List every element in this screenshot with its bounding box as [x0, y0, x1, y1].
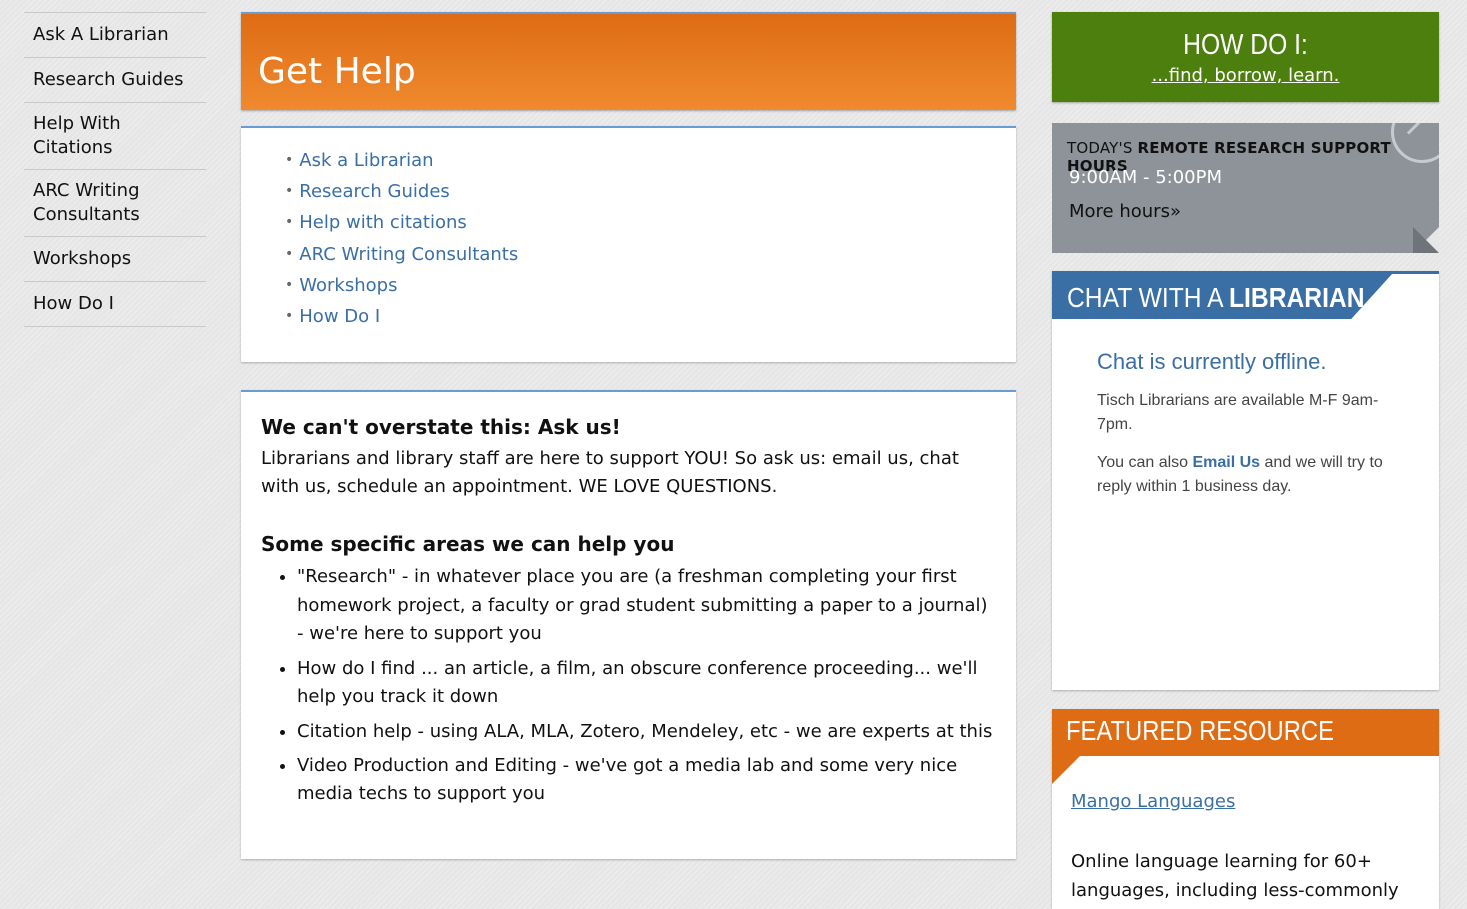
- link-arc-writing-consultants[interactable]: ARC Writing Consultants: [299, 244, 518, 265]
- quick-links-list: • Ask a Librarian • Research Guides • Help …: [241, 128, 1016, 333]
- nav-ask-a-librarian[interactable]: Ask A Librarian: [24, 13, 206, 58]
- how-do-i-box: HOW DO I: ...find, borrow, learn.: [1052, 12, 1439, 102]
- chat-title-light: CHAT WITH A: [1067, 282, 1230, 313]
- link-workshops[interactable]: Workshops: [299, 275, 397, 296]
- chat-email-prefix: You can also: [1097, 454, 1193, 471]
- nav-arc-writing-consultants[interactable]: ARC Writing Consultants: [24, 170, 206, 237]
- page-title: Get Help: [258, 51, 416, 92]
- ribbon-fold-icon: [1052, 756, 1080, 784]
- hours-box: TODAY'S REMOTE RESEARCH SUPPORT HOURS 9:…: [1052, 123, 1439, 253]
- featured-description: Online language learning for 60+ languag…: [1071, 851, 1399, 901]
- featured-header: FEATURED RESOURCE: [1052, 709, 1439, 756]
- featured-resource-link[interactable]: Mango Languages: [1071, 791, 1235, 812]
- email-us-link[interactable]: Email Us: [1192, 454, 1260, 471]
- list-item: Video Production and Editing - we've got…: [297, 752, 996, 809]
- featured-resource-box: FEATURED RESOURCE Mango Languages Online…: [1052, 709, 1439, 909]
- bullet-icon: •: [285, 152, 294, 168]
- left-nav: Ask A Librarian Research Guides Help Wit…: [24, 12, 206, 327]
- quick-links-panel: • Ask a Librarian • Research Guides • Help …: [241, 126, 1016, 362]
- bullet-icon: •: [285, 183, 294, 200]
- list-item: • Research Guides: [285, 177, 1016, 208]
- featured-title: FEATURED RESOURCE: [1066, 715, 1335, 746]
- more-hours-link[interactable]: More hours»: [1069, 201, 1181, 222]
- nav-research-guides[interactable]: Research Guides: [24, 58, 206, 103]
- content-intro: Librarians and library staff are here to…: [261, 448, 959, 497]
- link-how-do-i[interactable]: How Do I: [299, 306, 380, 327]
- how-do-i-link[interactable]: ...find, borrow, learn.: [1152, 65, 1340, 86]
- chat-box: CHAT WITH A LIBRARIAN Chat is currently …: [1052, 271, 1439, 690]
- bullet-icon: •: [285, 214, 294, 231]
- chat-status: Chat is currently offline.: [1097, 349, 1327, 374]
- list-item: Citation help - using ALA, MLA, Zotero, …: [297, 718, 996, 747]
- list-item: • Workshops: [285, 271, 1016, 302]
- chat-title-bold: LIBRARIAN: [1229, 282, 1365, 313]
- chat-header: CHAT WITH A LIBRARIAN: [1052, 274, 1392, 319]
- content-panel: We can't overstate this: Ask us! Librari…: [241, 390, 1016, 859]
- chat-availability: Tisch Librarians are available M-F 9am-7…: [1097, 392, 1379, 433]
- nav-how-do-i[interactable]: How Do I: [24, 282, 206, 327]
- bullet-icon: •: [285, 276, 294, 293]
- nav-workshops[interactable]: Workshops: [24, 237, 206, 282]
- page-curl-icon: [1413, 227, 1439, 253]
- hours-label-prefix: TODAY'S: [1067, 139, 1133, 157]
- link-ask-a-librarian[interactable]: Ask a Librarian: [299, 150, 433, 171]
- bullet-icon: •: [285, 245, 294, 262]
- list-item: • How Do I: [285, 302, 1016, 333]
- help-areas-list: "Research" - in whatever place you are (…: [261, 563, 996, 809]
- how-do-i-title: HOW DO I:: [1183, 29, 1308, 61]
- list-item: • Help with citations: [285, 208, 1016, 239]
- list-item: "Research" - in whatever place you are (…: [297, 563, 996, 649]
- chat-email-note: You can also Email Us and we will try to…: [1097, 451, 1397, 499]
- list-item: • ARC Writing Consultants: [285, 240, 1016, 271]
- page-header: Get Help: [241, 12, 1016, 110]
- hours-time: 9:00AM - 5:00PM: [1069, 167, 1223, 188]
- bullet-icon: •: [285, 308, 294, 325]
- list-item: • Ask a Librarian: [285, 146, 1016, 177]
- nav-help-with-citations[interactable]: Help With Citations: [24, 103, 206, 170]
- list-item: How do I find ... an article, a film, an…: [297, 655, 996, 712]
- link-help-with-citations[interactable]: Help with citations: [299, 212, 467, 233]
- link-research-guides[interactable]: Research Guides: [299, 181, 450, 202]
- content-heading-areas: Some specific areas we can help you: [261, 532, 675, 556]
- content-heading-ask-us: We can't overstate this: Ask us!: [261, 415, 621, 439]
